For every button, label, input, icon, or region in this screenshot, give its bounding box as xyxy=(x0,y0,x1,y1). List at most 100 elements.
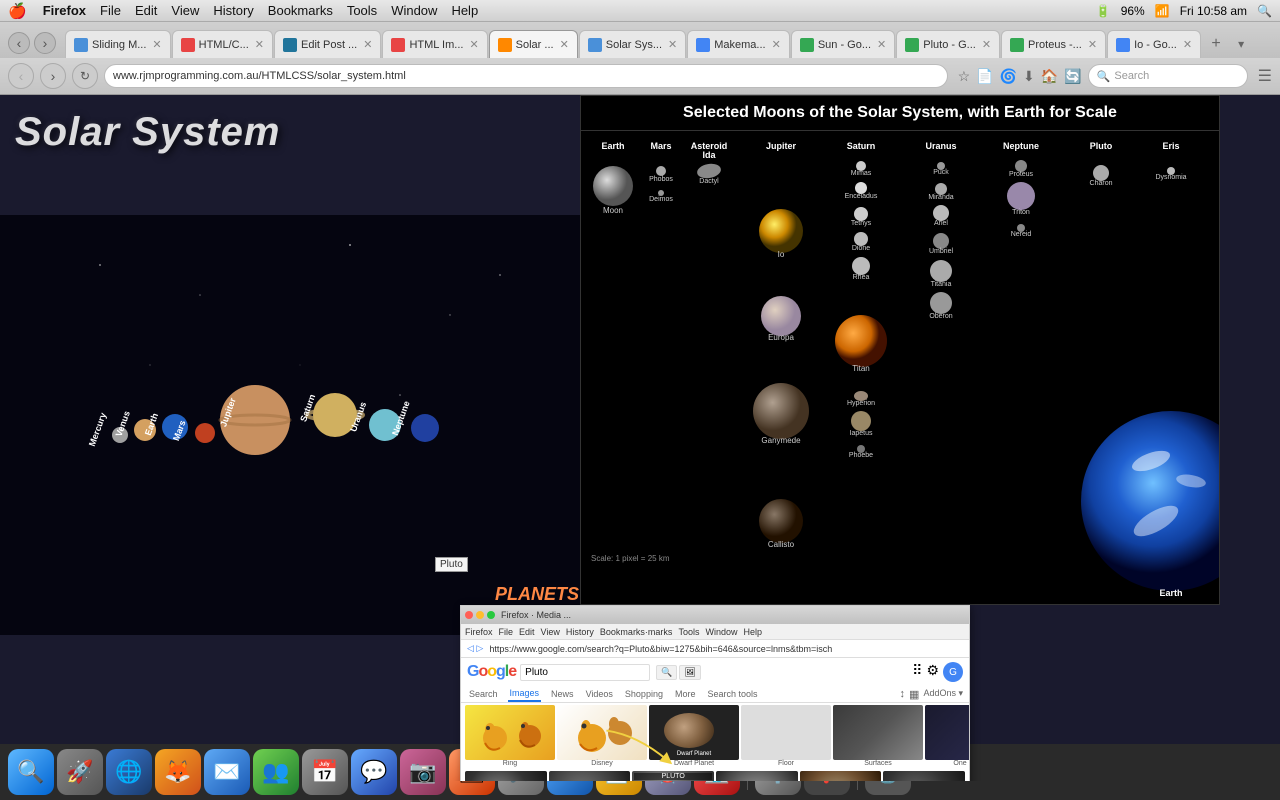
tab-title-1: Sliding M... xyxy=(92,39,146,51)
forward-button[interactable]: › xyxy=(34,32,56,54)
tab-1[interactable]: Sliding M... ✕ xyxy=(65,30,171,58)
pocket-icon[interactable]: 🌀 xyxy=(1000,68,1017,85)
menu-history[interactable]: History xyxy=(213,3,253,18)
menu-window[interactable]: Window xyxy=(391,3,437,18)
tab-8[interactable]: Sun - Go... ✕ xyxy=(791,30,895,58)
google-account-icon[interactable]: G xyxy=(943,662,963,682)
google-image-search-button[interactable]: 🖼 xyxy=(679,665,700,680)
dock-calendar[interactable]: 📅 xyxy=(302,749,348,795)
google-tab-news[interactable]: News xyxy=(549,687,576,701)
menu-tools[interactable]: Tools xyxy=(347,3,377,18)
dock-email[interactable]: ✉️ xyxy=(204,749,250,795)
google-menu-window[interactable]: Window xyxy=(705,627,737,637)
tab-5-solar[interactable]: Solar ... ✕ xyxy=(489,30,578,58)
tab-11[interactable]: Io - Go... ✕ xyxy=(1107,30,1201,58)
google-menu-item[interactable]: Firefox xyxy=(465,627,493,637)
dock-launchpad[interactable]: 🚀 xyxy=(57,749,103,795)
tab-close-11[interactable]: ✕ xyxy=(1183,38,1192,51)
google-tab-videos[interactable]: Videos xyxy=(584,687,615,701)
google-image-item-11[interactable] xyxy=(800,771,882,781)
back-nav-button[interactable]: ‹ xyxy=(8,63,34,89)
dock-contacts[interactable]: 👥 xyxy=(253,749,299,795)
tab-close-4[interactable]: ✕ xyxy=(469,38,478,51)
google-image-item-4[interactable]: Floor xyxy=(741,705,831,767)
tab-close-5[interactable]: ✕ xyxy=(560,38,569,51)
google-filter-icon[interactable]: ▦ xyxy=(909,688,919,701)
search-bar[interactable]: 🔍 Search xyxy=(1088,64,1248,88)
google-image-item-5[interactable]: Surfaces xyxy=(833,705,923,767)
search-icon[interactable]: 🔍 xyxy=(1257,4,1272,18)
tab-6[interactable]: Solar Sys... ✕ xyxy=(579,30,686,58)
tab-2[interactable]: HTML/C... ✕ xyxy=(172,30,273,58)
menu-file[interactable]: File xyxy=(100,3,121,18)
new-tab-button[interactable]: + xyxy=(1202,30,1230,58)
reader-icon[interactable]: 📄 xyxy=(976,68,993,85)
forward-nav-button[interactable]: › xyxy=(40,63,66,89)
menu-bookmarks[interactable]: Bookmarks xyxy=(268,3,333,18)
menu-button[interactable]: ☰ xyxy=(1258,66,1272,86)
svg-text:Rhea: Rhea xyxy=(853,274,870,281)
tab-close-6[interactable]: ✕ xyxy=(668,38,677,51)
tab-4[interactable]: HTML Im... ✕ xyxy=(382,30,487,58)
google-tab-images[interactable]: Images xyxy=(508,686,542,702)
tab-9[interactable]: Pluto - G... ✕ xyxy=(896,30,1000,58)
google-tab-tools[interactable]: Search tools xyxy=(705,687,759,701)
google-images-row2: PLUTO xyxy=(461,769,969,781)
dock-safari[interactable]: 🌐 xyxy=(106,749,152,795)
apple-menu[interactable]: 🍎 xyxy=(8,2,27,20)
google-menu-file[interactable]: File xyxy=(499,627,514,637)
tab-title-11: Io - Go... xyxy=(1134,39,1177,51)
google-apps-icon[interactable]: ⠿ xyxy=(912,662,922,682)
google-image-item-6[interactable]: One xyxy=(925,705,970,767)
refresh-button[interactable]: ↻ xyxy=(72,63,98,89)
google-image-item-12[interactable] xyxy=(883,771,965,781)
tab-close-1[interactable]: ✕ xyxy=(152,38,161,51)
tab-close-10[interactable]: ✕ xyxy=(1088,38,1097,51)
google-tab-search[interactable]: Search xyxy=(467,687,500,701)
google-addons-label[interactable]: AddOns ▾ xyxy=(923,688,963,701)
dock-finder[interactable]: 🔍 xyxy=(8,749,54,795)
google-image-item-10[interactable] xyxy=(716,771,798,781)
tab-close-8[interactable]: ✕ xyxy=(877,38,886,51)
home-icon[interactable]: 🏠 xyxy=(1041,68,1058,85)
star-bookmark-icon[interactable]: ☆ xyxy=(958,68,971,85)
google-search-input[interactable] xyxy=(520,664,650,681)
google-image-item-1[interactable]: Ring xyxy=(465,705,555,767)
google-menu-tools[interactable]: Tools xyxy=(678,627,699,637)
tab-favicon-11 xyxy=(1116,38,1130,52)
google-address-bar[interactable]: ◁ ▷ https://www.google.com/search?q=Plut… xyxy=(461,640,969,658)
google-menu-history[interactable]: History xyxy=(566,627,594,637)
menu-view[interactable]: View xyxy=(171,3,199,18)
tab-7[interactable]: Makema... ✕ xyxy=(687,30,790,58)
tab-close-3[interactable]: ✕ xyxy=(363,38,372,51)
tab-10[interactable]: Proteus -... ✕ xyxy=(1001,30,1106,58)
menu-help[interactable]: Help xyxy=(451,3,478,18)
google-tab-shopping[interactable]: Shopping xyxy=(623,687,665,701)
tab-close-9[interactable]: ✕ xyxy=(982,38,991,51)
tab-close-2[interactable]: ✕ xyxy=(255,38,264,51)
sync-icon[interactable]: 🔄 xyxy=(1064,68,1081,85)
google-menu-edit[interactable]: Edit xyxy=(519,627,535,637)
back-button[interactable]: ‹ xyxy=(8,32,30,54)
tab-title-10: Proteus -... xyxy=(1028,39,1082,51)
google-menu-help[interactable]: Help xyxy=(743,627,762,637)
tab-overflow-button[interactable]: ▾ xyxy=(1231,34,1251,54)
dock-firefox[interactable]: 🦊 xyxy=(155,749,201,795)
url-bar[interactable]: www.rjmprogramming.com.au/HTMLCSS/solar_… xyxy=(104,64,948,88)
download-icon[interactable]: ⬇ xyxy=(1023,68,1035,85)
google-image-item-7[interactable] xyxy=(465,771,547,781)
google-search-button[interactable]: 🔍 xyxy=(656,665,677,680)
tab-close-7[interactable]: ✕ xyxy=(772,38,781,51)
google-settings-icon[interactable]: ⚙ xyxy=(926,662,939,682)
dock-messages[interactable]: 💬 xyxy=(351,749,397,795)
tab-3[interactable]: Edit Post ... ✕ xyxy=(274,30,381,58)
menu-firefox[interactable]: Firefox xyxy=(43,3,86,18)
google-menu-bookmarks[interactable]: Bookmarks·marks xyxy=(600,627,673,637)
tab-title-4: HTML Im... xyxy=(409,39,463,51)
google-sort-icon[interactable]: ↕ xyxy=(900,688,906,701)
google-menu-view[interactable]: View xyxy=(541,627,560,637)
dock-facetime[interactable]: 📷 xyxy=(400,749,446,795)
menu-edit[interactable]: Edit xyxy=(135,3,157,18)
google-tab-more[interactable]: More xyxy=(673,687,698,701)
google-image-overlay: Firefox · Media ... Firefox File Edit Vi… xyxy=(460,605,970,781)
